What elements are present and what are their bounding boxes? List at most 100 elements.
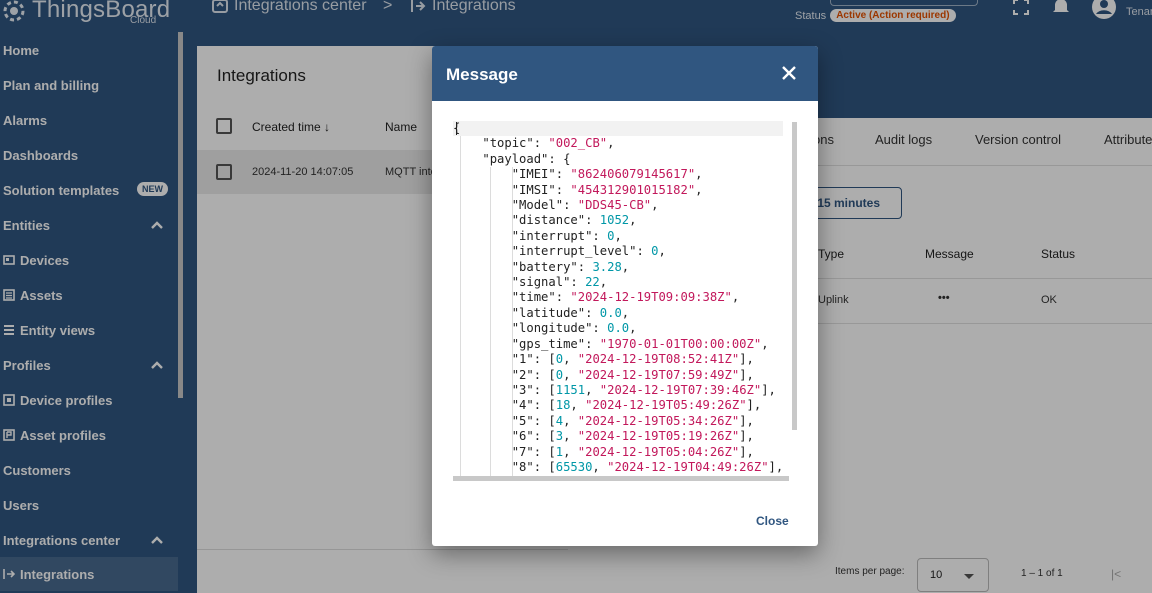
code-token: , — [570, 398, 586, 413]
code-token: "longitude" — [511, 321, 593, 336]
code-token: , — [629, 321, 637, 336]
code-line: "battery": 3.28, — [453, 260, 783, 275]
code-token: 1 — [555, 444, 564, 459]
code-token: 1151 — [555, 382, 586, 397]
code-line: "4": [18, "2024-12-19T05:49:26Z"], — [453, 398, 783, 413]
code-token: "IMEI" — [511, 167, 556, 182]
code-line: "1": [0, "2024-12-19T08:52:41Z"], — [453, 352, 783, 367]
code-token: "battery" — [511, 259, 578, 274]
code-token: , — [563, 429, 578, 444]
text-caret — [456, 122, 457, 135]
code-line: "payload": { — [453, 152, 783, 167]
code-token: "5" — [511, 413, 534, 428]
code-token: "2024-12-19T05:04:26Z" — [577, 444, 740, 459]
code-token: : — [585, 213, 600, 228]
code-token: , — [607, 136, 615, 151]
code-token: "454312901015182" — [570, 182, 696, 197]
code-token: 0.0 — [607, 321, 630, 336]
code-token: : { — [548, 151, 571, 166]
code-token: : — [592, 228, 608, 243]
code-token: "distance" — [511, 213, 586, 228]
close-icon[interactable] — [781, 65, 797, 81]
code-token: "2024-12-19T04:49:26Z" — [607, 459, 769, 474]
code-token: "signal" — [511, 275, 571, 290]
code-token: : [ — [533, 398, 556, 413]
code-token: "time" — [511, 290, 556, 305]
code-token: : — [570, 275, 586, 290]
code-line: "distance": 1052, — [453, 213, 783, 228]
code-token: "2024-12-19T09:09:38Z" — [570, 290, 732, 305]
code-line: "Model": "DDS45-CB", — [453, 198, 783, 213]
code-line: "longitude": 0.0, — [453, 321, 783, 336]
code-token: : [ — [533, 352, 556, 367]
code-token: , — [695, 167, 703, 182]
code-line: "time": "2024-12-19T09:09:38Z", — [453, 290, 783, 305]
code-token: "IMSI" — [511, 182, 556, 197]
code-token: "latitude" — [511, 305, 586, 320]
code-token: "2024-12-19T07:39:46Z" — [599, 382, 762, 397]
code-token: "topic" — [482, 136, 534, 151]
editor-vertical-scrollbar[interactable] — [792, 122, 797, 430]
code-line: "5": [4, "2024-12-19T05:34:26Z"], — [453, 414, 783, 429]
code-token: : [ — [533, 429, 556, 444]
code-token: 18 — [555, 398, 571, 413]
code-line: { — [453, 121, 783, 136]
code-token: , — [592, 459, 608, 474]
close-button[interactable]: Close — [756, 514, 789, 528]
code-token: "6" — [511, 429, 534, 444]
code-line: "IMSI": "454312901015182", — [453, 183, 783, 198]
code-token: 22 — [585, 275, 600, 290]
code-token: , — [731, 290, 740, 305]
code-token: : — [592, 321, 608, 336]
code-token: ], — [739, 429, 754, 444]
code-token: "2024-12-19T08:52:41Z" — [577, 352, 740, 367]
dialog-header: Message — [432, 46, 818, 101]
code-token: , — [629, 213, 637, 228]
code-line: "topic": "002_CB", — [453, 136, 783, 151]
code-token: , — [621, 305, 630, 320]
code-token: 4 — [555, 413, 564, 428]
code-token: , — [658, 244, 666, 259]
code-token: ], — [746, 398, 762, 413]
code-line: "6": [3, "2024-12-19T05:19:26Z"], — [453, 429, 783, 444]
code-token: 0 — [555, 367, 564, 382]
code-token: "gps_time" — [511, 336, 586, 351]
code-token: ], — [739, 352, 754, 367]
code-token: "862406079145617" — [570, 167, 696, 182]
code-token: : [ — [533, 413, 556, 428]
code-token: "1970-01-01T00:00:00Z" — [599, 336, 762, 351]
code-token: "2024-12-19T05:49:26Z" — [585, 398, 747, 413]
code-token: "DDS45-CB" — [577, 198, 652, 213]
code-line: "2": [0, "2024-12-19T07:59:49Z"], — [453, 368, 783, 383]
code-token: "7" — [511, 444, 534, 459]
code-token: "interrupt_level" — [511, 244, 637, 259]
editor-horizontal-scrollbar[interactable] — [453, 476, 789, 481]
code-token: "2024-12-19T05:19:26Z" — [577, 429, 740, 444]
code-token: , — [614, 228, 622, 243]
code-token: "2024-12-19T05:34:26Z" — [577, 413, 740, 428]
code-line: "7": [1, "2024-12-19T05:04:26Z"], — [453, 445, 783, 460]
code-token: ], — [739, 367, 754, 382]
code-token: , — [761, 336, 769, 351]
code-token: , — [563, 413, 578, 428]
json-code-editor[interactable]: { "topic": "002_CB", "payload": { "IMEI"… — [453, 121, 798, 481]
code-token: : — [533, 136, 549, 151]
code-token: 3.28 — [592, 259, 622, 274]
code-token: : — [585, 336, 600, 351]
message-dialog: Message { "topic": "002_CB", "payload": … — [432, 46, 818, 546]
code-token: , — [585, 382, 600, 397]
code-token: : [ — [533, 367, 556, 382]
code-token: "3" — [511, 382, 534, 397]
